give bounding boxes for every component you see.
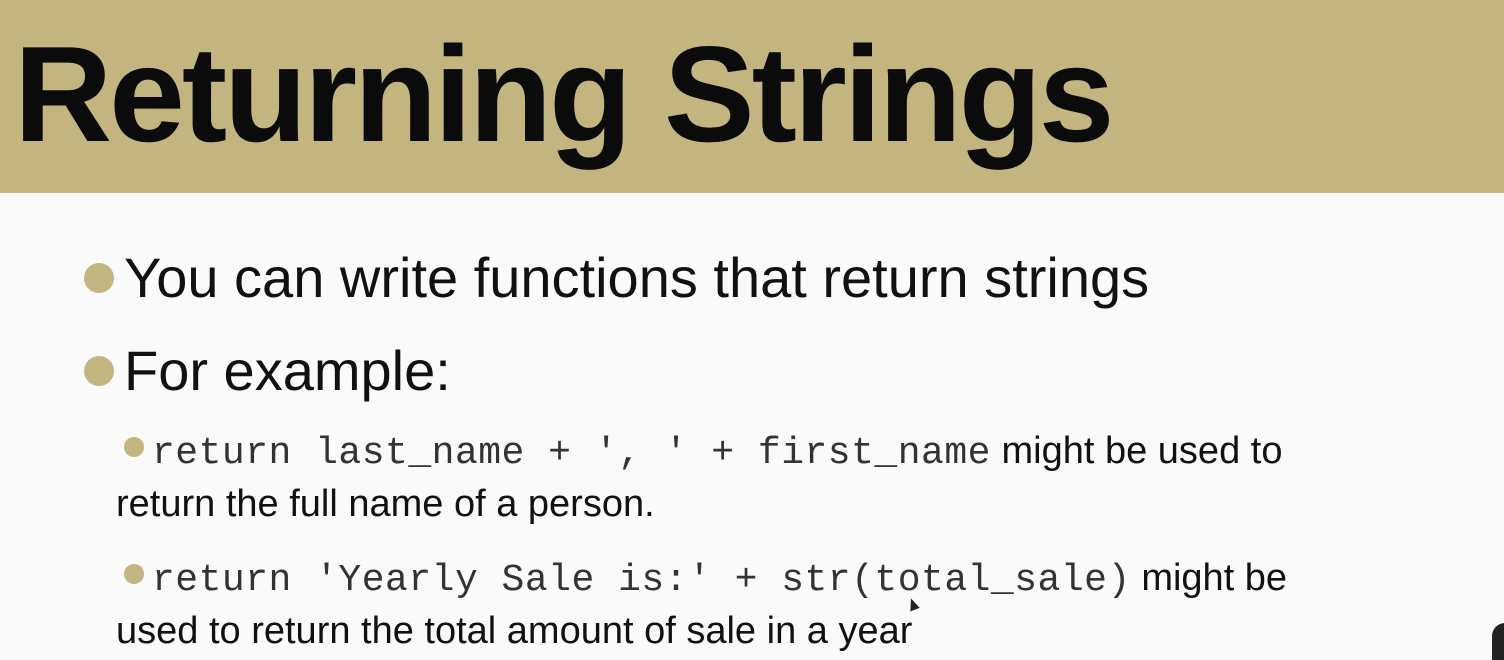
- edge-shadow: [1492, 623, 1504, 660]
- sub-bullet-line: return last_name + ', ' + first_name mig…: [116, 426, 1500, 479]
- sub-bullet-text: might be used to: [990, 430, 1283, 472]
- sub-bullet-text: might be: [1130, 557, 1288, 599]
- code-snippet: return last_name + ', ' + first_name: [152, 432, 991, 475]
- sub-bullet-dot-icon: [124, 564, 144, 584]
- slide-content: You can write functions that return stri…: [0, 193, 1504, 660]
- sub-bullet-line: return 'Yearly Sale is:' + str(total_sal…: [116, 553, 1500, 606]
- bullet-text: You can write functions that return stri…: [124, 246, 1150, 309]
- bullet-dot-icon: [84, 356, 114, 386]
- bullet-item-2: For example:: [84, 339, 451, 403]
- sub-bullet-continuation: return the full name of a person.: [116, 483, 655, 525]
- bullet-text: For example:: [124, 339, 451, 402]
- sub-bullet-item-2: return 'Yearly Sale is:' + str(total_sal…: [116, 553, 1500, 656]
- sub-bullet-dot-icon: [124, 437, 144, 457]
- bullet-item-1: You can write functions that return stri…: [84, 246, 1149, 310]
- title-band: Returning Strings: [0, 0, 1504, 193]
- code-snippet: return 'Yearly Sale is:' + str(total_sal…: [152, 559, 1131, 602]
- sub-bullet-continuation: used to return the total amount of sale …: [116, 610, 913, 652]
- bullet-dot-icon: [84, 263, 114, 293]
- slide-title: Returning Strings: [14, 18, 1114, 170]
- sub-bullet-item-1: return last_name + ', ' + first_name mig…: [116, 426, 1500, 529]
